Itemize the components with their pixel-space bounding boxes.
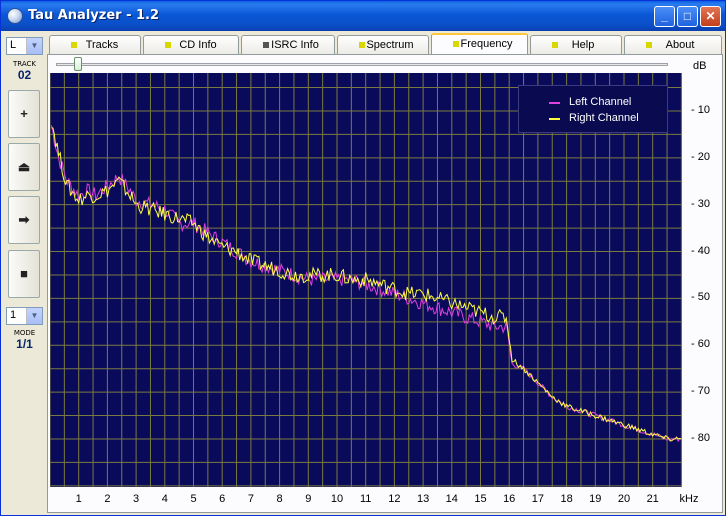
frequency-chart <box>50 73 682 487</box>
y-tick-label: - 20 <box>691 150 710 163</box>
tab-label: CD Info <box>179 39 217 51</box>
tab-bar: Tracks CD Info ISRC Info Spectrum Freque… <box>47 33 723 54</box>
add-button[interactable]: + <box>8 90 40 138</box>
zoom-slider-track[interactable] <box>56 63 668 66</box>
minimize-icon: _ <box>661 9 668 23</box>
tab-label: Help <box>571 39 595 51</box>
legend-item-left: Left Channel <box>529 96 669 110</box>
plus-icon: + <box>20 106 28 121</box>
y-tick-label: - 50 <box>691 291 710 304</box>
tab-label: About <box>665 39 695 51</box>
stop-button[interactable]: ■ <box>8 250 40 298</box>
x-tick-label: 1 <box>75 493 82 505</box>
x-tick-label: 6 <box>219 493 226 505</box>
y-tick-label: - 60 <box>691 338 710 351</box>
stop-icon: ■ <box>20 266 28 281</box>
tab-isrc-info[interactable]: ISRC Info <box>241 35 335 54</box>
tab-label: Tracks <box>85 39 119 51</box>
arrow-right-icon: ➡ <box>18 212 30 227</box>
x-tick-label: 10 <box>330 493 344 505</box>
legend-item-right: Right Channel <box>529 112 669 126</box>
x-tick-label: 15 <box>474 493 487 505</box>
x-tick-label: 4 <box>161 493 168 505</box>
x-tick-label: 2 <box>104 493 111 505</box>
x-tick-label: 12 <box>388 493 401 505</box>
x-tick-label: 11 <box>359 493 372 505</box>
tab-about[interactable]: About <box>624 35 722 54</box>
legend-label: Right Channel <box>569 112 639 124</box>
x-tick-label: 13 <box>416 493 430 505</box>
mode-select-value: 1 <box>10 309 17 321</box>
mode-label: MODE <box>13 329 36 337</box>
minimize-button[interactable]: _ <box>654 6 675 27</box>
maximize-button[interactable]: □ <box>677 6 698 27</box>
tab-help[interactable]: Help <box>530 35 622 54</box>
close-icon: ✕ <box>705 9 716 23</box>
tab-label: ISRC Info <box>271 39 319 51</box>
tab-cd-info[interactable]: CD Info <box>143 35 239 54</box>
chart-legend: Left Channel Right Channel <box>518 85 668 133</box>
x-tick-label: 18 <box>560 493 573 505</box>
window-title: Tau Analyzer - 1.2 <box>28 8 160 23</box>
x-tick-label: 3 <box>133 493 140 505</box>
y-tick-label: - 70 <box>691 385 710 398</box>
legend-swatch <box>549 102 560 104</box>
title-bar[interactable]: Tau Analyzer - 1.2 _ □ ✕ <box>1 1 725 31</box>
app-window: Tau Analyzer - 1.2 _ □ ✕ L ▼ TRACK 02 + … <box>0 0 726 516</box>
y-tick-label: - 10 <box>691 103 710 116</box>
y-tick-label: - 80 <box>691 431 710 444</box>
zoom-slider-thumb[interactable] <box>74 57 82 71</box>
eject-icon: ⏏ <box>17 159 31 174</box>
tab-label: Frequency <box>460 38 513 50</box>
play-button[interactable]: ➡ <box>8 196 40 244</box>
x-tick-label: 21 <box>646 493 659 505</box>
tab-tracks[interactable]: Tracks <box>49 35 141 54</box>
y-tick-label: - 30 <box>691 197 710 210</box>
channel-select-value: L <box>10 39 17 51</box>
chevron-down-icon[interactable]: ▼ <box>26 308 42 324</box>
y-axis-unit: dB <box>693 60 707 72</box>
mode-select[interactable]: 1 ▼ <box>6 307 43 325</box>
tab-spectrum[interactable]: Spectrum <box>337 35 429 54</box>
legend-label: Left Channel <box>569 96 632 108</box>
legend-swatch <box>549 118 560 120</box>
eject-button[interactable]: ⏏ <box>8 143 40 191</box>
x-tick-label: 19 <box>589 493 602 505</box>
track-label: TRACK <box>13 60 36 68</box>
x-tick-label: 8 <box>276 493 283 505</box>
mode-value: 1/1 <box>16 337 33 351</box>
x-tick-label: 16 <box>503 493 516 505</box>
track-value: 02 <box>17 68 32 82</box>
x-tick-label: 20 <box>617 493 631 505</box>
x-tick-label: 17 <box>531 493 545 505</box>
chevron-down-icon[interactable]: ▼ <box>26 38 42 54</box>
y-tick-label: - 40 <box>691 244 710 257</box>
close-button[interactable]: ✕ <box>700 6 721 27</box>
maximize-icon: □ <box>683 9 692 23</box>
x-axis-unit: kHz <box>679 493 699 505</box>
app-icon <box>7 8 23 24</box>
left-toolbar: L ▼ TRACK 02 + ⏏ ➡ ■ 1 ▼ MODE 1/1 <box>6 35 43 513</box>
x-tick-label: 9 <box>305 493 312 505</box>
x-tick-label: 7 <box>247 493 254 505</box>
channel-select[interactable]: L ▼ <box>6 37 43 55</box>
tab-frequency[interactable]: Frequency <box>431 33 528 54</box>
x-tick-label: 14 <box>445 493 458 505</box>
tab-label: Spectrum <box>366 39 414 51</box>
x-tick-label: 5 <box>190 493 197 505</box>
